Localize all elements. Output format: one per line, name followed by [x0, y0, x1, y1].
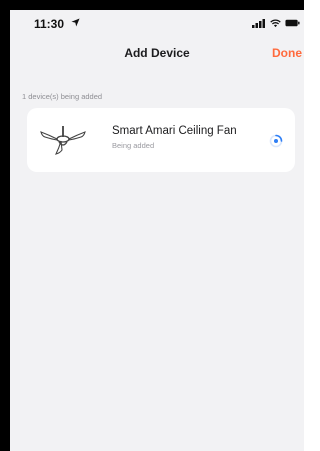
status-icons	[252, 18, 300, 28]
top-border	[0, 0, 304, 10]
device-name: Smart Amari Ceiling Fan	[112, 125, 237, 137]
ceiling-fan-icon	[40, 126, 86, 155]
device-status: Being added	[112, 141, 155, 150]
device-frame: 11:30 Add Device Done 1 device(s) being …	[0, 0, 304, 451]
navigation-bar: Add Device Done	[10, 40, 304, 66]
device-card[interactable]: Smart Amari Ceiling Fan Being added	[27, 108, 295, 172]
battery-icon	[285, 19, 300, 27]
done-button[interactable]: Done	[272, 46, 302, 60]
devices-being-added-label: 1 device(s) being added	[22, 92, 103, 101]
location-arrow-icon	[71, 18, 80, 27]
status-bar: 11:30	[10, 10, 304, 36]
wifi-icon	[270, 19, 281, 27]
page-title: Add Device	[124, 46, 190, 60]
status-time: 11:30	[34, 17, 65, 31]
screen: 11:30 Add Device Done 1 device(s) being …	[10, 10, 304, 451]
left-border	[0, 0, 10, 451]
signal-icon	[252, 18, 265, 28]
loading-spinner-icon	[269, 134, 283, 148]
